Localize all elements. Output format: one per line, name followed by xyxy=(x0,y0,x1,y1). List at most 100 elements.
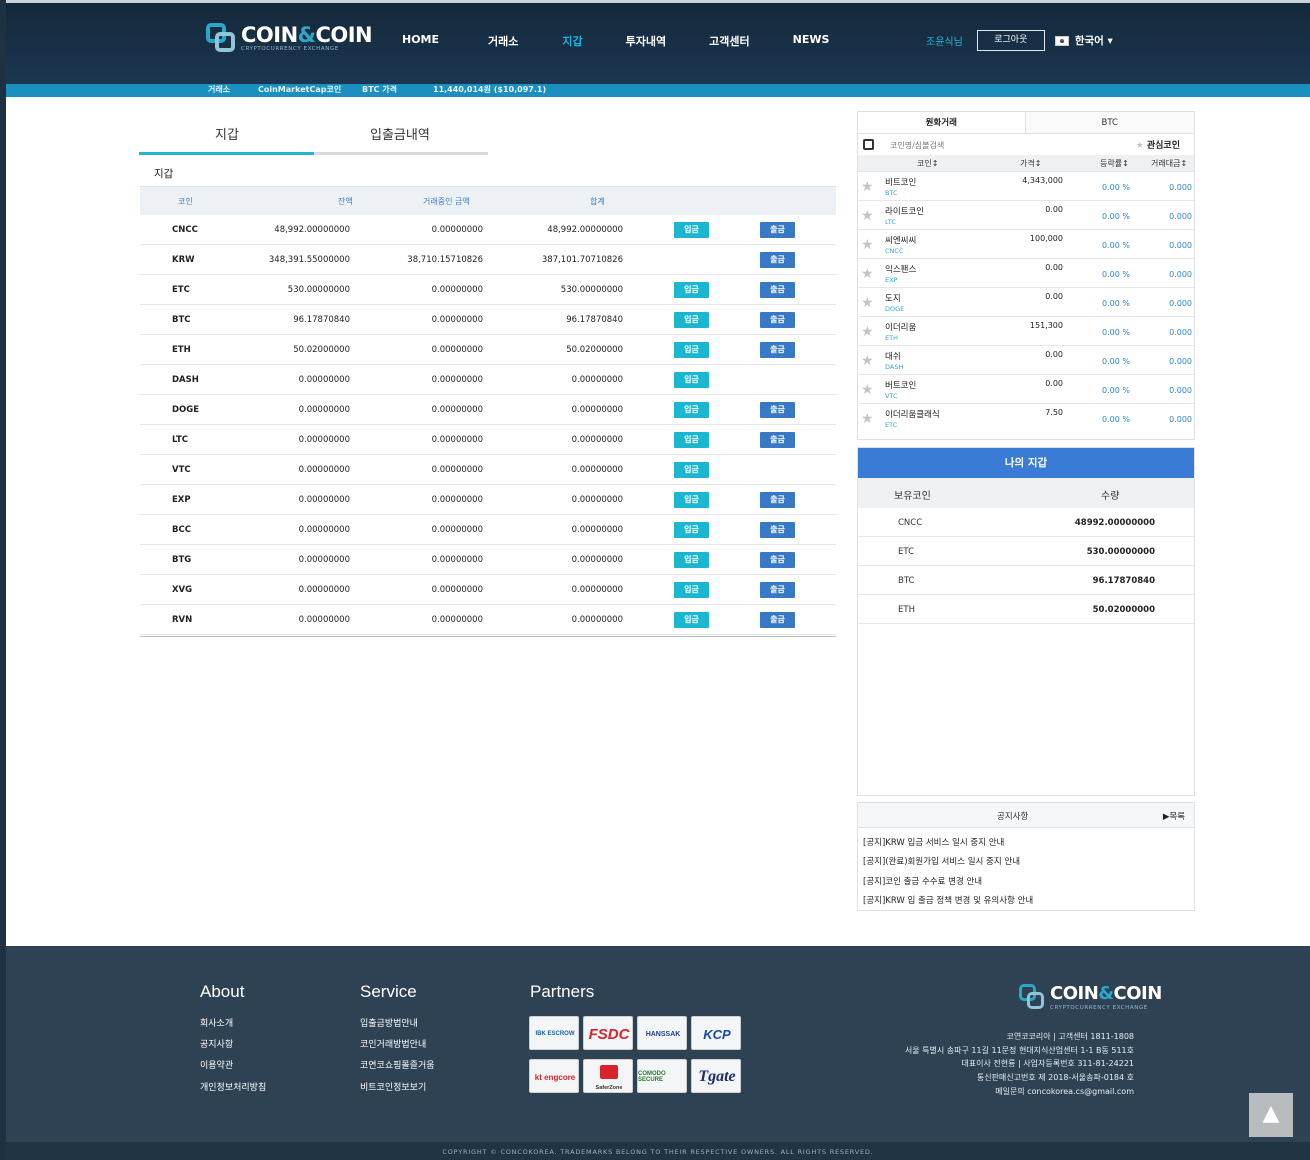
deposit-button[interactable]: 입금 xyxy=(674,372,709,388)
footer-link-terms[interactable]: 이용약관 xyxy=(200,1058,233,1071)
coin-symbol: EXP xyxy=(885,276,898,284)
partner-fsdc[interactable]: FSDC xyxy=(583,1016,633,1050)
language-selector[interactable]: 한국어 ▾ xyxy=(1054,33,1113,48)
footer-link-bitcoin-info[interactable]: 비트코인정보보기 xyxy=(360,1080,426,1093)
ticker-cmc[interactable]: CoinMarketCap코인 xyxy=(258,84,341,96)
footer-brand-logo[interactable]: COIN&COIN CRYPTOCURRENCY EXCHANGE xyxy=(1019,983,1162,1011)
deposit-button[interactable]: 입금 xyxy=(674,432,709,448)
total-value: 0.00000000 xyxy=(571,375,623,385)
withdraw-button[interactable]: 출금 xyxy=(760,492,795,508)
footer-info-line: 통신판매신고번호 제 2018-서울송파-0184 호 xyxy=(976,1073,1134,1082)
deposit-button[interactable]: 입금 xyxy=(674,282,709,298)
withdraw-button[interactable]: 출금 xyxy=(760,612,795,628)
favorite-star-icon[interactable]: ★ xyxy=(861,266,874,282)
market-row[interactable]: ★ 이더리움 ETH 151,300 0.00 % 0.000 xyxy=(858,316,1194,345)
withdraw-button[interactable]: 출금 xyxy=(760,222,795,238)
coin-symbol: ETH xyxy=(885,334,898,342)
withdraw-button[interactable]: 출금 xyxy=(760,432,795,448)
partner-kcp[interactable]: KCP xyxy=(691,1016,741,1050)
tab-krw-market[interactable]: 원화거래 xyxy=(858,112,1026,133)
notice-more-link[interactable]: ▶목록 xyxy=(1163,810,1185,822)
balance-value: 530.00000000 xyxy=(287,285,350,295)
tab-wallet[interactable]: 지갑 xyxy=(215,124,239,143)
market-row[interactable]: ★ 대쉬 DASH 0.00 0.00 % 0.000 xyxy=(858,345,1194,374)
withdraw-button[interactable]: 출금 xyxy=(760,312,795,328)
footer-link-trading-guide[interactable]: 코인거래방법안내 xyxy=(360,1037,426,1050)
withdraw-button[interactable]: 출금 xyxy=(760,522,795,538)
deposit-button[interactable]: 입금 xyxy=(674,492,709,508)
withdraw-button[interactable]: 출금 xyxy=(760,582,795,598)
deposit-button[interactable]: 입금 xyxy=(674,402,709,418)
withdraw-button[interactable]: 출금 xyxy=(760,552,795,568)
sort-price[interactable]: 가격↕ xyxy=(1020,158,1041,169)
footer-link-deposit-guide[interactable]: 입출금방법안내 xyxy=(360,1016,418,1029)
deposit-button[interactable]: 입금 xyxy=(674,582,709,598)
deposit-button[interactable]: 입금 xyxy=(674,552,709,568)
footer-link-privacy[interactable]: 개인정보처리방침 xyxy=(200,1080,266,1093)
market-panel: 원화거래 BTC ★관심코인 코인↕ 가격↕ 등락률↕ 거래대금↕ ★비트코인B… xyxy=(857,111,1195,440)
withdraw-button[interactable]: 출금 xyxy=(760,402,795,418)
market-row[interactable]: ★ 이더리움클래식 ETC 7.50 0.00 % 0.000 xyxy=(858,403,1194,432)
market-row[interactable]: ★ 버트코인 VTC 0.00 0.00 % 0.000 xyxy=(858,374,1194,403)
partner-hanssak[interactable]: HANSSAK xyxy=(637,1016,687,1050)
deposit-button[interactable]: 입금 xyxy=(674,312,709,328)
nav-news[interactable]: NEWS xyxy=(793,33,830,49)
coin-search-input[interactable] xyxy=(890,138,1040,152)
notice-item[interactable]: [공지]KRW 입금 서비스 일시 중지 안내 xyxy=(863,836,1004,848)
partner-ibk-escrow[interactable]: IBK ESCROW xyxy=(529,1016,579,1050)
user-name[interactable]: 조윤식님 xyxy=(926,33,963,48)
nav-home[interactable]: HOME xyxy=(402,33,439,49)
market-row[interactable]: ★ 익스팬스 EXP 0.00 0.00 % 0.000 xyxy=(858,258,1194,287)
footer-link-shopping[interactable]: 코연코쇼핑몰즐거움 xyxy=(360,1058,435,1071)
search-icon[interactable] xyxy=(863,139,874,150)
tab-transfer-history[interactable]: 입출금내역 xyxy=(370,124,430,143)
partner-kt-engcore[interactable]: kt engcore xyxy=(529,1059,579,1093)
sort-change[interactable]: 등락률↕ xyxy=(1100,158,1129,169)
favorite-star-icon[interactable]: ★ xyxy=(861,237,874,253)
ticker-exchange[interactable]: 거래소 xyxy=(208,84,230,96)
market-row[interactable]: ★ 씨엔씨씨 CNCC 100,000 0.00 % 0.000 xyxy=(858,229,1194,258)
market-row[interactable]: ★ 비트코인 BTC 4,343,000 0.00 % 0.000 xyxy=(858,171,1194,200)
total-value: 50.02000000 xyxy=(566,345,623,355)
favorite-star-icon[interactable]: ★ xyxy=(861,324,874,340)
favorite-star-icon[interactable]: ★ xyxy=(861,179,874,195)
deposit-button[interactable]: 입금 xyxy=(674,342,709,358)
table-row: RVN 0.00000000 0.00000000 0.00000000 입금 출금 xyxy=(140,605,836,635)
coin-symbol: DASH xyxy=(885,363,904,371)
favorite-star-icon[interactable]: ★ xyxy=(861,208,874,224)
nav-exchange[interactable]: 거래소 xyxy=(488,33,518,49)
footer-link-company[interactable]: 회사소개 xyxy=(200,1016,233,1029)
notice-item[interactable]: [공지]KRW 입 출금 정책 변경 및 유의사항 안내 xyxy=(863,894,1033,906)
market-row[interactable]: ★ 라이트코인 LTC 0.00 0.00 % 0.000 xyxy=(858,200,1194,229)
pending-value: 0.00000000 xyxy=(431,285,483,295)
partner-comodo[interactable]: COMODO SECURE xyxy=(637,1059,687,1093)
favorite-star-icon[interactable]: ★ xyxy=(861,353,874,369)
partner-saferzone[interactable]: SaferZone xyxy=(583,1059,633,1093)
withdraw-button[interactable]: 출금 xyxy=(760,252,795,268)
withdraw-button[interactable]: 출금 xyxy=(760,282,795,298)
scroll-top-button[interactable]: ▲ xyxy=(1249,1093,1293,1137)
market-row[interactable]: ★ 도지 DOGE 0.00 0.00 % 0.000 xyxy=(858,287,1194,316)
sort-coin[interactable]: 코인↕ xyxy=(917,158,938,169)
brand-logo[interactable]: COIN&COIN CRYPTOCURRENCY EXCHANGE xyxy=(206,23,373,53)
logout-button[interactable]: 로그아웃 xyxy=(976,30,1045,51)
deposit-button[interactable]: 입금 xyxy=(674,522,709,538)
holding-coin: BTC xyxy=(898,576,915,586)
partner-tgate[interactable]: Tgate xyxy=(691,1059,741,1093)
nav-investments[interactable]: 투자내역 xyxy=(626,33,666,49)
nav-support[interactable]: 고객센터 xyxy=(709,33,749,49)
deposit-button[interactable]: 입금 xyxy=(674,612,709,628)
footer-link-notices[interactable]: 공지사항 xyxy=(200,1037,233,1050)
deposit-button[interactable]: 입금 xyxy=(674,462,709,478)
nav-wallet[interactable]: 지갑 xyxy=(562,33,582,49)
withdraw-button[interactable]: 출금 xyxy=(760,342,795,358)
tab-btc-market[interactable]: BTC xyxy=(1025,112,1194,133)
favorites-filter[interactable]: ★ 관심코인 xyxy=(1136,138,1180,151)
sort-volume[interactable]: 거래대금↕ xyxy=(1151,158,1187,169)
favorite-star-icon[interactable]: ★ xyxy=(861,382,874,398)
favorite-star-icon[interactable]: ★ xyxy=(861,295,874,311)
favorite-star-icon[interactable]: ★ xyxy=(861,411,874,427)
notice-item[interactable]: [공지](완료)회원가입 서비스 일시 중지 안내 xyxy=(863,855,1020,867)
deposit-button[interactable]: 입금 xyxy=(674,222,709,238)
notice-item[interactable]: [공지]코인 출금 수수료 변경 안내 xyxy=(863,875,982,887)
